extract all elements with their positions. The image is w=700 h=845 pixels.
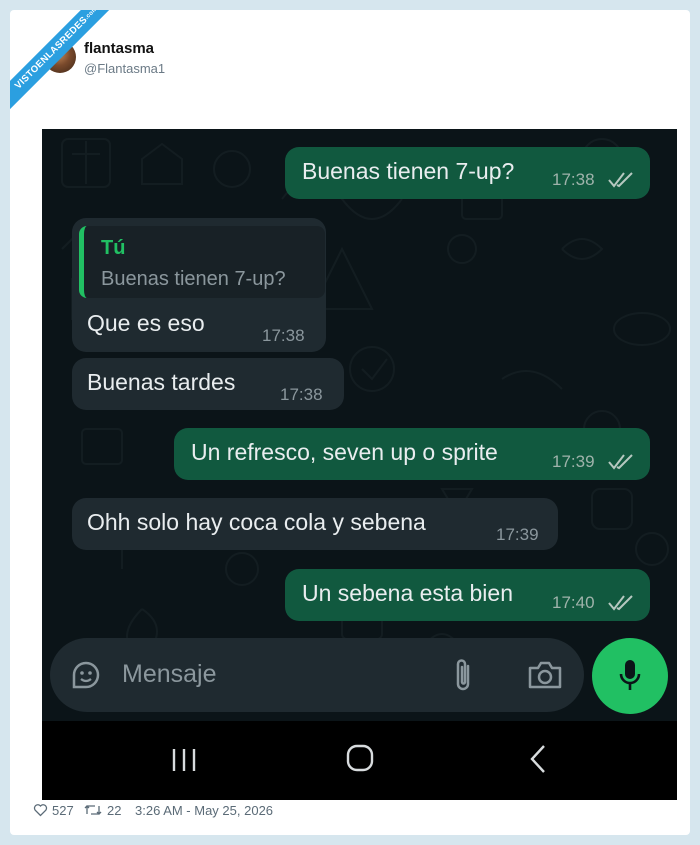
message-time: 17:38 <box>552 170 595 189</box>
message-placeholder: Mensaje <box>122 660 217 688</box>
tweet-timestamp[interactable]: 3:26 AM - May 25, 2026 <box>135 803 273 818</box>
message-input[interactable]: Mensaje <box>50 638 584 712</box>
retweet-icon[interactable] <box>84 803 102 817</box>
watermark-text: VISTOENLASREDES <box>12 14 90 92</box>
nav-home-icon[interactable] <box>346 744 374 772</box>
message-text: Un refresco, seven up o sprite <box>191 439 498 465</box>
message-bubble[interactable]: Un refresco, seven up o sprite 17:39 <box>174 428 650 480</box>
nav-recents-icon[interactable] <box>170 747 198 773</box>
message-time: 17:39 <box>496 525 539 544</box>
attach-icon[interactable] <box>452 658 476 694</box>
read-ticks-icon <box>608 595 633 611</box>
tweet-card: VISTOENLASREDES.com flantasma @Flantasma… <box>10 10 690 835</box>
mic-icon <box>619 660 641 690</box>
sticker-icon[interactable] <box>70 659 102 691</box>
watermark: VISTOENLASREDES.com <box>10 10 140 140</box>
system-nav-bar <box>42 721 677 800</box>
message-bubble[interactable]: Tú Buenas tienen 7-up? Que es eso 17:38 <box>72 218 326 352</box>
message-text: Un sebena esta bien <box>302 580 513 606</box>
message-time: 17:40 <box>552 593 595 612</box>
message-bubble[interactable]: Un sebena esta bien 17:40 <box>285 569 650 621</box>
message-time: 17:38 <box>262 326 305 345</box>
message-bubble[interactable]: Buenas tardes 17:38 <box>72 358 344 410</box>
read-ticks-icon <box>608 454 633 470</box>
message-time: 17:38 <box>280 385 323 404</box>
camera-icon[interactable] <box>527 660 563 690</box>
chat-screenshot: Buenas tienen 7-up? 17:38 Tú Buenas tien… <box>42 129 677 800</box>
quoted-reply[interactable]: Tú Buenas tienen 7-up? <box>79 226 325 298</box>
retweet-count: 22 <box>107 803 122 818</box>
quote-author: Tú <box>101 237 126 259</box>
nav-back-icon[interactable] <box>528 744 548 774</box>
message-text: Que es eso <box>87 310 205 336</box>
message-bubble[interactable]: Ohh solo hay coca cola y sebena 17:39 <box>72 498 558 550</box>
mic-button[interactable] <box>592 638 668 714</box>
quote-text: Buenas tienen 7-up? <box>101 268 286 290</box>
watermark-suffix: .com <box>84 10 100 21</box>
read-ticks-icon <box>608 172 633 188</box>
message-text: Ohh solo hay coca cola y sebena <box>87 509 426 535</box>
message-time: 17:39 <box>552 452 595 471</box>
message-bubble[interactable]: Buenas tienen 7-up? 17:38 <box>285 147 650 199</box>
like-count: 527 <box>52 803 74 818</box>
heart-icon[interactable] <box>33 803 48 817</box>
message-text: Buenas tardes <box>87 369 236 395</box>
message-text: Buenas tienen 7-up? <box>302 158 515 184</box>
